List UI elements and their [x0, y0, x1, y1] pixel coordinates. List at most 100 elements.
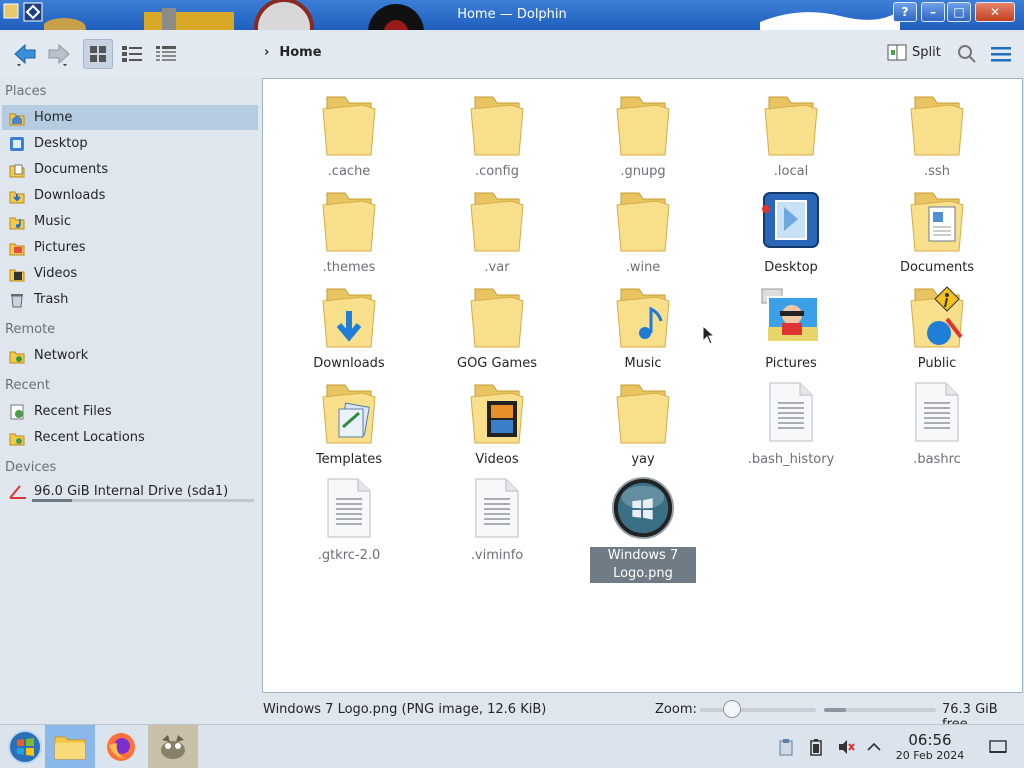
show-desktop-icon[interactable]: [988, 737, 1008, 757]
sidebar-item-network[interactable]: Network: [2, 343, 258, 368]
taskbar-firefox[interactable]: [96, 725, 146, 768]
sidebar-item-desktop[interactable]: Desktop: [2, 131, 258, 156]
file-item[interactable]: .viminfo: [443, 473, 551, 565]
folder-item[interactable]: .local: [737, 89, 845, 181]
folder-item[interactable]: Desktop: [737, 185, 845, 277]
folder-item[interactable]: Pictures: [737, 281, 845, 373]
folder-item[interactable]: Music: [589, 281, 697, 373]
battery-icon[interactable]: [806, 737, 826, 757]
folder-item[interactable]: Downloads: [295, 281, 403, 373]
sidebar-item-label: Documents: [34, 162, 109, 177]
sidebar-item-label: Desktop: [34, 136, 88, 151]
icons-view-icon: [90, 46, 106, 62]
close-button[interactable]: ✕: [975, 2, 1015, 22]
sidebar-item-recent-files[interactable]: Recent Files: [2, 399, 258, 424]
folder-icon: [54, 736, 86, 760]
item-label: .gnupg: [620, 164, 666, 179]
zoom-slider[interactable]: [700, 708, 816, 712]
expand-tray-icon[interactable]: [864, 737, 884, 757]
sidebar-item-downloads[interactable]: Downloads: [2, 183, 258, 208]
folder-item[interactable]: .wine: [589, 185, 697, 277]
sidebar-item-label: Trash: [34, 292, 69, 307]
item-label: .wine: [625, 260, 661, 275]
start-menu-icon: [8, 730, 42, 764]
forward-button[interactable]: [44, 39, 74, 69]
start-menu-button[interactable]: [0, 725, 50, 768]
sidebar-item-label: Recent Files: [34, 404, 112, 419]
taskbar-gimp[interactable]: [148, 725, 198, 768]
item-label: .bashrc: [913, 452, 961, 467]
drive-icon: [8, 483, 26, 501]
help-button[interactable]: ?: [893, 2, 917, 22]
item-label: Windows 7 Logo.png: [590, 547, 696, 583]
folder-item[interactable]: .themes: [295, 185, 403, 277]
file-item[interactable]: .bashrc: [883, 377, 991, 469]
status-bar: Windows 7 Logo.png (PNG image, 12.6 KiB)…: [0, 696, 1024, 732]
folder-item[interactable]: GOG Games: [443, 281, 551, 373]
sidebar-item-documents[interactable]: Documents: [2, 157, 258, 182]
folder-item[interactable]: .cache: [295, 89, 403, 181]
item-label: .gtkrc-2.0: [317, 548, 381, 563]
text-file-icon: [759, 377, 823, 447]
folder-item[interactable]: .ssh: [883, 89, 991, 181]
drive-usage-bar: [32, 499, 254, 502]
maximize-button[interactable]: □: [947, 2, 971, 22]
split-label: Split: [912, 44, 941, 60]
sidebar-item-label: Videos: [34, 266, 78, 281]
folder-icon: [317, 185, 381, 255]
compact-view-icon: [122, 46, 142, 62]
clock[interactable]: 06:56 20 Feb 2024: [890, 731, 970, 762]
clipboard-icon[interactable]: [776, 737, 796, 757]
item-label: .local: [773, 164, 809, 179]
folder-item[interactable]: .gnupg: [589, 89, 697, 181]
split-view-icon: [887, 44, 907, 61]
sidebar-item-recent-locations[interactable]: Recent Locations: [2, 425, 258, 450]
recent-files-icon: [8, 403, 26, 421]
window-titlebar[interactable]: Home — Dolphin ? – □ ✕: [0, 0, 1024, 30]
menu-button[interactable]: [988, 39, 1014, 69]
zoom-slider-handle[interactable]: [723, 700, 742, 718]
minimize-button[interactable]: –: [921, 2, 945, 22]
clock-time: 06:56: [908, 731, 952, 749]
text-file-icon: [905, 377, 969, 447]
window-title: Home — Dolphin: [457, 7, 567, 22]
folder-item[interactable]: Videos: [443, 377, 551, 469]
forward-arrow-icon: [48, 43, 70, 66]
sidebar-item-trash[interactable]: Trash: [2, 287, 258, 312]
desktop-folder-icon: [759, 185, 823, 255]
back-button[interactable]: [8, 39, 42, 69]
folder-item[interactable]: Public: [883, 281, 991, 373]
documents-folder-icon: [905, 185, 969, 255]
compact-view-button[interactable]: [117, 39, 147, 69]
item-label: Public: [917, 356, 957, 371]
folder-item[interactable]: yay: [589, 377, 697, 469]
taskbar: 06:56 20 Feb 2024: [0, 724, 1024, 768]
folder-item[interactable]: Documents: [883, 185, 991, 277]
sidebar-item-home[interactable]: Home: [2, 105, 258, 130]
split-button[interactable]: Split: [886, 42, 941, 62]
folder-item[interactable]: Templates: [295, 377, 403, 469]
free-space-bar: [824, 708, 936, 712]
sidebar-item-pictures[interactable]: Pictures: [2, 235, 258, 260]
muted-speaker-icon[interactable]: [836, 737, 856, 757]
file-item[interactable]: .bash_history: [737, 377, 845, 469]
file-item[interactable]: .gtkrc-2.0: [295, 473, 403, 565]
folder-item[interactable]: .var: [443, 185, 551, 277]
item-label: Pictures: [765, 356, 817, 371]
item-label: Music: [624, 356, 662, 371]
sidebar-item-label: Network: [34, 348, 89, 363]
breadcrumb-home[interactable]: Home: [279, 45, 321, 60]
details-view-button[interactable]: [151, 39, 181, 69]
sidebar-item-videos[interactable]: Videos: [2, 261, 258, 286]
item-label: yay: [631, 452, 655, 467]
sidebar-item-label: Downloads: [34, 188, 106, 203]
search-button[interactable]: [954, 39, 980, 69]
folder-item[interactable]: .config: [443, 89, 551, 181]
file-view[interactable]: .cache .config .gnupg .local .ssh .themes .var…: [262, 78, 1023, 693]
file-item[interactable]: Windows 7 Logo.png: [589, 473, 697, 583]
taskbar-file-manager[interactable]: [45, 725, 95, 768]
videos-folder-icon: [465, 377, 529, 447]
icons-view-button[interactable]: [83, 39, 113, 69]
sidebar-item-music[interactable]: Music: [2, 209, 258, 234]
recent-title: Recent: [5, 378, 50, 393]
